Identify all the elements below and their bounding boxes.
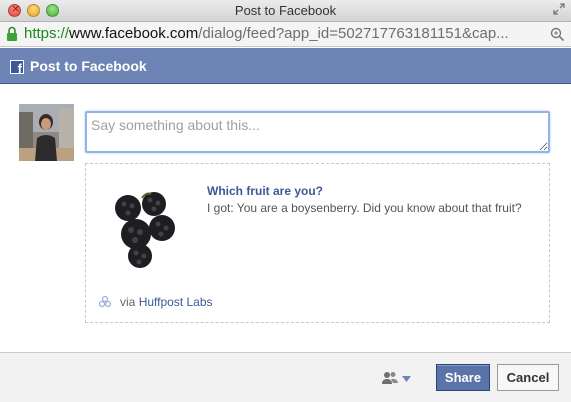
attachment-description: I got: You are a boysenberry. Did you kn… xyxy=(207,201,522,215)
friends-icon[interactable] xyxy=(382,371,398,385)
cancel-button[interactable]: Cancel xyxy=(497,364,559,391)
post-message-input[interactable] xyxy=(85,111,550,153)
facebook-logo-icon: f xyxy=(10,60,24,76)
attachment-preview: Which fruit are you? I got: You are a bo… xyxy=(85,163,550,323)
app-name-link[interactable]: Huffpost Labs xyxy=(139,295,213,309)
app-icon xyxy=(98,295,112,308)
url-host: www.facebook.com xyxy=(69,25,199,42)
zoom-icon[interactable] xyxy=(550,27,565,42)
via-prefix: via xyxy=(120,295,136,309)
caret-down-icon[interactable] xyxy=(402,376,411,382)
url-path: /dialog/feed?app_id=502717763181151&cap.… xyxy=(198,25,509,42)
fullscreen-icon[interactable] xyxy=(553,3,565,15)
window-title: Post to Facebook xyxy=(234,3,337,18)
share-button[interactable]: Share xyxy=(436,364,490,391)
via-attribution: via Huffpost Labs xyxy=(120,295,213,309)
url-text[interactable]: https://www.facebook.com/dialog/feed?app… xyxy=(24,25,544,42)
boysenberry-image xyxy=(115,192,175,268)
dialog-header: f Post to Facebook xyxy=(0,48,571,84)
dialog-title: Post to Facebook xyxy=(30,58,147,74)
lock-icon xyxy=(7,26,17,41)
attachment-title-link[interactable]: Which fruit are you? xyxy=(207,184,323,198)
avatar xyxy=(19,104,74,161)
window-titlebar: Post to Facebook xyxy=(0,0,571,22)
dialog-footer: Share Cancel xyxy=(0,352,571,402)
url-scheme: https:// xyxy=(24,25,70,42)
address-bar[interactable]: https://www.facebook.com/dialog/feed?app… xyxy=(0,22,571,47)
